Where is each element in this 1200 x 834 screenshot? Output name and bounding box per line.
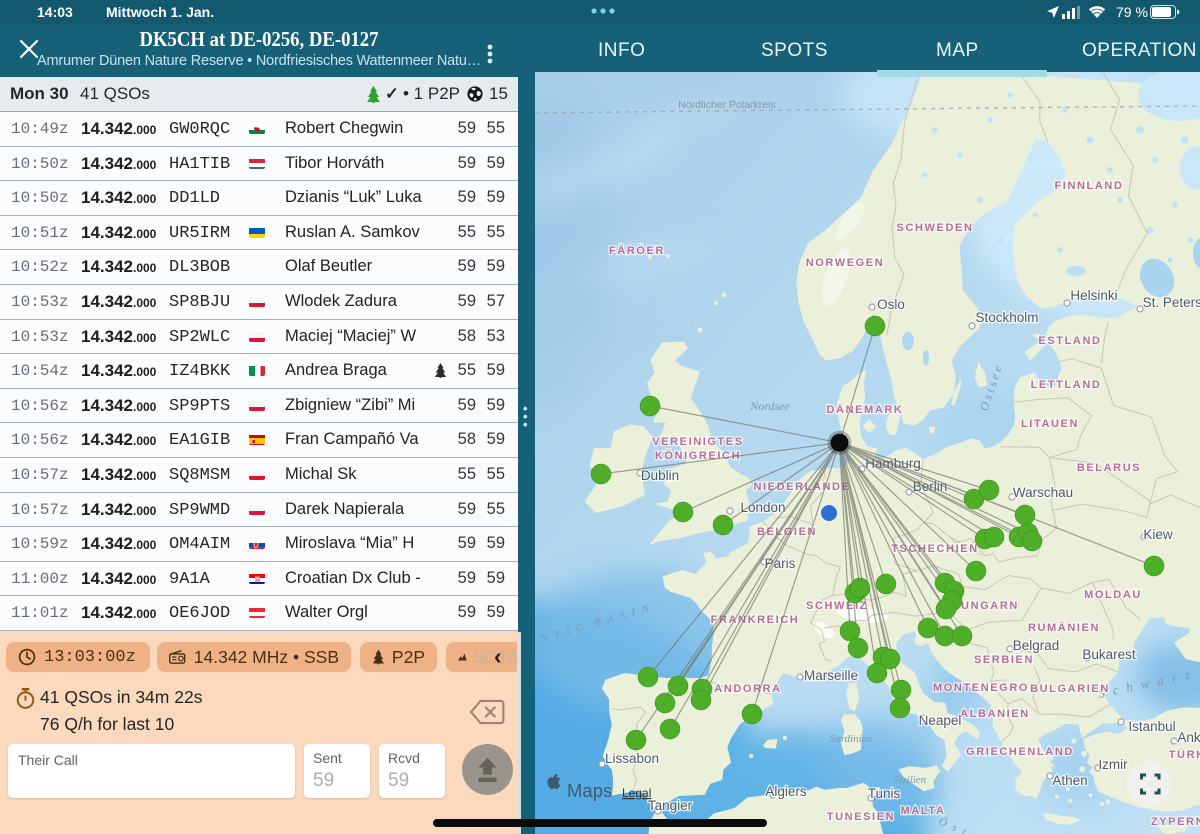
svg-text:Oslo: Oslo <box>877 297 905 312</box>
svg-text:ZYPERN: ZYPERN <box>1151 816 1200 828</box>
svg-text:DÄNEMARK: DÄNEMARK <box>827 403 904 416</box>
svg-text:TUNESIEN: TUNESIEN <box>827 811 895 823</box>
svg-text:Lissabon: Lissabon <box>605 751 659 766</box>
svg-text:Legal: Legal <box>622 786 651 800</box>
svg-text:Nordsee: Nordsee <box>749 399 790 413</box>
svg-text:ANDORRA: ANDORRA <box>714 683 781 695</box>
svg-text:NIEDERLANDE: NIEDERLANDE <box>753 481 850 493</box>
svg-text:SCHWEDEN: SCHWEDEN <box>897 222 974 234</box>
svg-text:Belgrad: Belgrad <box>1013 638 1060 653</box>
svg-text:Istanbul: Istanbul <box>1128 719 1175 734</box>
svg-text:Warschau: Warschau <box>1013 485 1073 500</box>
svg-text:Algiers: Algiers <box>765 784 807 799</box>
svg-text:MONTENEGRO: MONTENEGRO <box>933 682 1029 694</box>
svg-text:RUMÄNIEN: RUMÄNIEN <box>1028 621 1100 634</box>
svg-text:GRIECHENLAND: GRIECHENLAND <box>966 746 1074 758</box>
svg-text:Tangier: Tangier <box>648 798 693 813</box>
svg-text:Izmir: Izmir <box>1098 757 1128 772</box>
svg-text:ALBANIEN: ALBANIEN <box>960 708 1030 720</box>
svg-text:LETTLAND: LETTLAND <box>1031 379 1102 391</box>
svg-text:ESTLAND: ESTLAND <box>1038 335 1101 347</box>
svg-text:FÄRÖER: FÄRÖER <box>609 244 665 257</box>
svg-text:St. Petersb: St. Petersb <box>1143 295 1200 310</box>
svg-text:Maps: Maps <box>567 780 612 801</box>
svg-text:BULGARIEN: BULGARIEN <box>1030 683 1110 695</box>
svg-text:Athen: Athen <box>1052 773 1087 788</box>
svg-text:Ank: Ank <box>1177 730 1200 745</box>
svg-text:Stockholm: Stockholm <box>975 310 1038 325</box>
svg-text:Sizilien: Sizilien <box>894 774 927 786</box>
svg-text:UNGARN: UNGARN <box>961 600 1019 612</box>
svg-text:MALTA: MALTA <box>901 805 946 817</box>
svg-text:Marseille: Marseille <box>804 668 858 683</box>
svg-text:Tunis: Tunis <box>868 786 901 801</box>
svg-text:FINNLAND: FINNLAND <box>1054 180 1123 192</box>
svg-text:Kiew: Kiew <box>1143 527 1173 542</box>
svg-text:LITAUEN: LITAUEN <box>1021 418 1079 430</box>
svg-text:MOLDAU: MOLDAU <box>1084 589 1142 601</box>
svg-text:VEREINIGTES: VEREINIGTES <box>652 436 744 448</box>
svg-text:TÜRKEI: TÜRKEI <box>1169 748 1200 761</box>
svg-text:Helsinki: Helsinki <box>1070 288 1117 303</box>
svg-text:Neapel: Neapel <box>919 713 962 728</box>
svg-text:Nördlicher Polarkreis: Nördlicher Polarkreis <box>678 99 775 111</box>
svg-text:BELARUS: BELARUS <box>1077 462 1141 474</box>
svg-text:Sardinien: Sardinien <box>830 733 873 745</box>
svg-text:KÖNIGREICH: KÖNIGREICH <box>655 449 741 462</box>
svg-text:NORWEGEN: NORWEGEN <box>806 257 885 269</box>
svg-text:Dublin: Dublin <box>641 468 679 483</box>
svg-text:SERBIEN: SERBIEN <box>974 654 1034 666</box>
svg-text:Bukarest: Bukarest <box>1082 647 1136 662</box>
